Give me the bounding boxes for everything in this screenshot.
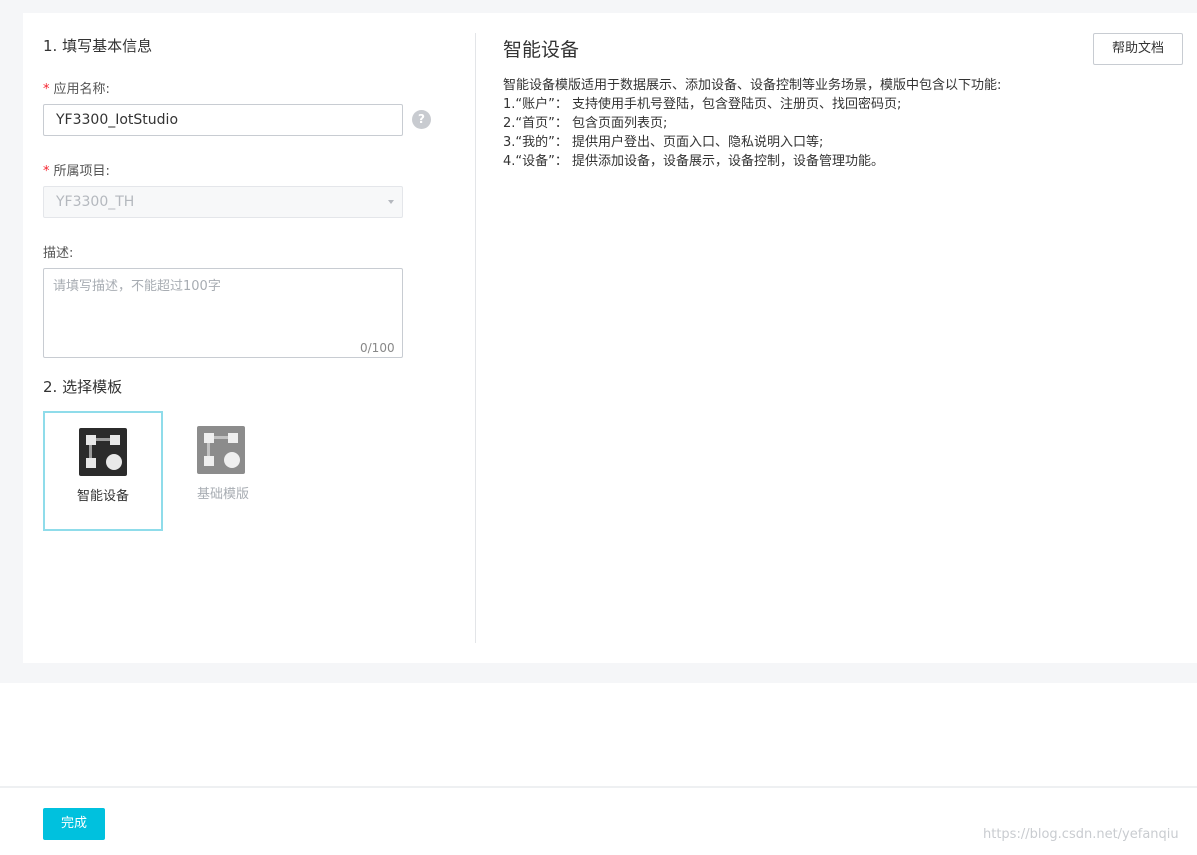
template-description: 智能设备模版适用于数据展示、添加设备、设备控制等业务场景，模版中包含以下功能: … xyxy=(503,76,1103,171)
template-smart-device[interactable]: 智能设备 xyxy=(43,411,163,531)
chevron-down-icon xyxy=(388,200,394,204)
template-basic[interactable]: 基础模版 xyxy=(163,411,283,531)
description-line: 3.“我的”： 提供用户登出、页面入口、隐私说明入口等; xyxy=(503,135,824,150)
project-label: * 所属项目: xyxy=(43,160,110,179)
description-line: 1.“账户”： 支持使用手机号登陆，包含登陆页、注册页、找回密码页; xyxy=(503,97,902,112)
template-detail-title: 智能设备 xyxy=(503,39,580,61)
template-label: 基础模版 xyxy=(196,487,249,502)
description-char-count: 0/100 xyxy=(360,341,395,355)
description-line: 4.“设备”： 提供添加设备，设备展示，设备控制，设备管理功能。 xyxy=(503,154,885,169)
form-card: 1. 填写基本信息 *应用名称: ? *所属项目: YF3300_TH 描述: … xyxy=(23,13,1197,663)
app-name-input[interactable] xyxy=(43,104,403,136)
description-line: 智能设备模版适用于数据展示、添加设备、设备控制等业务场景，模版中包含以下功能: xyxy=(503,78,1002,93)
content-background: 1. 填写基本信息 *应用名称: ? *所属项目: YF3300_TH 描述: … xyxy=(0,0,1197,683)
watermark-text: https://blog.csdn.net/yefanqiu xyxy=(983,827,1179,842)
description-line: 2.“首页”： 包含页面列表页; xyxy=(503,116,668,131)
description-label: 描述: xyxy=(43,246,74,261)
description-textarea[interactable] xyxy=(43,268,403,358)
project-label-text: 所属项目: xyxy=(53,164,110,179)
question-icon[interactable]: ? xyxy=(412,110,431,129)
project-select-value: YF3300_TH xyxy=(56,194,135,210)
vertical-divider xyxy=(475,33,476,643)
app-name-label-text: 应用名称: xyxy=(53,82,110,97)
app-name-label: * 应用名称: xyxy=(43,78,110,97)
required-mark: * xyxy=(43,164,50,179)
section-title-basic-info: 1. 填写基本信息 xyxy=(43,37,153,55)
template-smart-device-icon xyxy=(79,428,127,476)
footer-divider xyxy=(0,786,1197,788)
done-button[interactable]: 完成 xyxy=(43,808,105,840)
required-mark: * xyxy=(43,82,50,97)
help-docs-button[interactable]: 帮助文档 xyxy=(1093,33,1183,65)
template-label: 智能设备 xyxy=(76,489,129,504)
section-title-template: 2. 选择模板 xyxy=(43,378,123,396)
project-select[interactable]: YF3300_TH xyxy=(43,186,403,218)
template-basic-icon xyxy=(197,426,245,474)
